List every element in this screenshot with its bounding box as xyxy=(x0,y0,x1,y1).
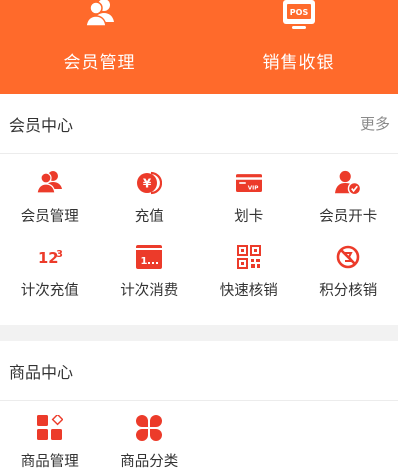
svg-text:3: 3 xyxy=(56,249,63,260)
sales-cashier-button[interactable]: POS 销售收银 xyxy=(199,0,398,94)
grid-item-label: 积分核销 xyxy=(319,283,378,299)
grid-item-count-consume[interactable]: 1 计次消费 xyxy=(100,236,200,318)
grid-item-goods-category[interactable]: 商品分类 xyxy=(100,401,200,474)
goods-center-section: 商品中心 商品管理 商品分类 xyxy=(0,341,398,474)
svg-text:VIP: VIP xyxy=(247,186,258,192)
member-center-section: 会员中心 更多 会员管理 ¥ 充值 VIP 划卡 会员开卡 12 3 计次充值 … xyxy=(0,94,398,325)
grid-item-label: 计次充值 xyxy=(20,283,79,299)
grid-item-points-verify[interactable]: 积分核销 xyxy=(299,236,398,318)
goods-center-title: 商品中心 xyxy=(9,362,74,382)
member-open-card-icon xyxy=(335,170,362,196)
member-grid: 会员管理 ¥ 充值 VIP 划卡 会员开卡 12 3 计次充值 1 计次消费 快… xyxy=(0,154,398,318)
grid-item-label: 会员管理 xyxy=(20,209,79,225)
grid-item-goods-manage[interactable]: 商品管理 xyxy=(0,401,100,474)
goods-grid: 商品管理 商品分类 xyxy=(0,401,398,474)
grid-item-count-recharge[interactable]: 12 3 计次充值 xyxy=(0,236,100,318)
member-center-header: 会员中心 更多 xyxy=(0,94,398,154)
grid-item-swipe-card[interactable]: VIP 划卡 xyxy=(199,154,299,236)
count-recharge-icon: 12 3 xyxy=(37,244,63,270)
more-link[interactable]: 更多 xyxy=(360,113,390,134)
members-icon xyxy=(36,170,63,196)
grid-item-label: 快速核销 xyxy=(219,283,278,299)
grid-item-label: 计次消费 xyxy=(120,283,179,299)
members-icon xyxy=(84,0,115,34)
pos-badge: POS xyxy=(289,8,308,17)
yen-coin-icon: ¥ xyxy=(136,170,163,196)
vip-card-icon: VIP xyxy=(235,170,262,196)
grid-item-label: 划卡 xyxy=(234,209,264,225)
svg-text:¥: ¥ xyxy=(143,177,152,191)
sales-cashier-label: 销售收银 xyxy=(262,53,335,73)
grid-item-quick-verify[interactable]: 快速核销 xyxy=(199,236,299,318)
grid-item-recharge[interactable]: ¥ 充值 xyxy=(100,154,200,236)
goods-category-icon xyxy=(136,415,163,441)
points-cancel-icon xyxy=(335,244,361,270)
svg-text:1: 1 xyxy=(141,256,148,267)
pos-terminal-icon: POS xyxy=(278,0,320,34)
qr-scan-icon xyxy=(236,244,262,270)
goods-center-header: 商品中心 xyxy=(0,341,398,401)
goods-manage-icon xyxy=(36,415,63,441)
member-manage-label: 会员管理 xyxy=(63,53,136,73)
grid-item-label: 会员开卡 xyxy=(319,209,378,225)
grid-item-label: 商品管理 xyxy=(20,454,79,470)
top-banner: 会员管理 POS 销售收银 xyxy=(0,0,398,94)
grid-item-member-open-card[interactable]: 会员开卡 xyxy=(299,154,398,236)
grid-item-label: 充值 xyxy=(134,209,164,225)
grid-item-member-manage[interactable]: 会员管理 xyxy=(0,154,100,236)
member-center-title: 会员中心 xyxy=(9,115,74,135)
grid-item-label: 商品分类 xyxy=(120,454,179,470)
member-manage-button[interactable]: 会员管理 xyxy=(0,0,199,94)
count-consume-icon: 1 xyxy=(136,244,163,270)
